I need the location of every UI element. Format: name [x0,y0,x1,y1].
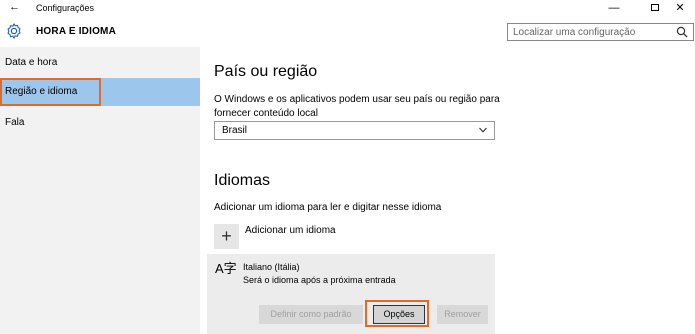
search-placeholder: Localizar uma configuração [513,27,636,38]
minimize-button[interactable]: — [599,0,629,16]
region-heading: País ou região [214,63,318,80]
country-value: Brasil [222,125,248,136]
options-highlight-box [365,300,429,327]
main-content: País ou região O Windows e os aplicativo… [200,47,695,334]
search-icon[interactable] [676,26,688,38]
page-title: HORA E IDIOMA [36,26,117,37]
title-bar: ← Configurações — ✕ [0,0,695,16]
back-arrow-icon[interactable]: ← [9,1,20,13]
app-header: HORA E IDIOMA Localizar uma configuração [0,16,695,47]
add-language-label[interactable]: Adicionar um idioma [245,225,336,236]
add-language-button[interactable]: + [214,224,239,249]
sidebar-item-fala[interactable]: Fala [0,109,200,137]
language-name: Italiano (Itália) [243,262,300,272]
sidebar-highlight-box [0,78,101,106]
remove-button[interactable]: Remover [437,305,488,324]
language-status: Será o idioma após a próxima entrada [243,275,396,285]
sidebar-item-data-e-hora[interactable]: Data e hora [0,49,200,77]
maximize-icon [651,3,659,11]
sidebar: Data e hora Região e idioma Fala [0,47,200,334]
country-select[interactable]: Brasil [214,121,495,140]
close-button[interactable]: ✕ [665,0,695,16]
search-input[interactable]: Localizar uma configuração [507,23,694,41]
language-item-panel[interactable]: A字 Italiano (Itália) Será o idioma após … [207,254,495,334]
gear-icon [7,23,21,39]
chevron-down-icon [479,127,487,133]
region-description: O Windows e os aplicativos podem usar se… [214,94,500,119]
language-icon: A字 [215,261,237,276]
languages-heading: Idiomas [214,172,271,189]
set-default-button[interactable]: Definir como padrão [259,305,363,324]
window-title: Configurações [36,3,95,13]
add-language-description: Adicionar um idioma para ler e digitar n… [214,202,442,213]
